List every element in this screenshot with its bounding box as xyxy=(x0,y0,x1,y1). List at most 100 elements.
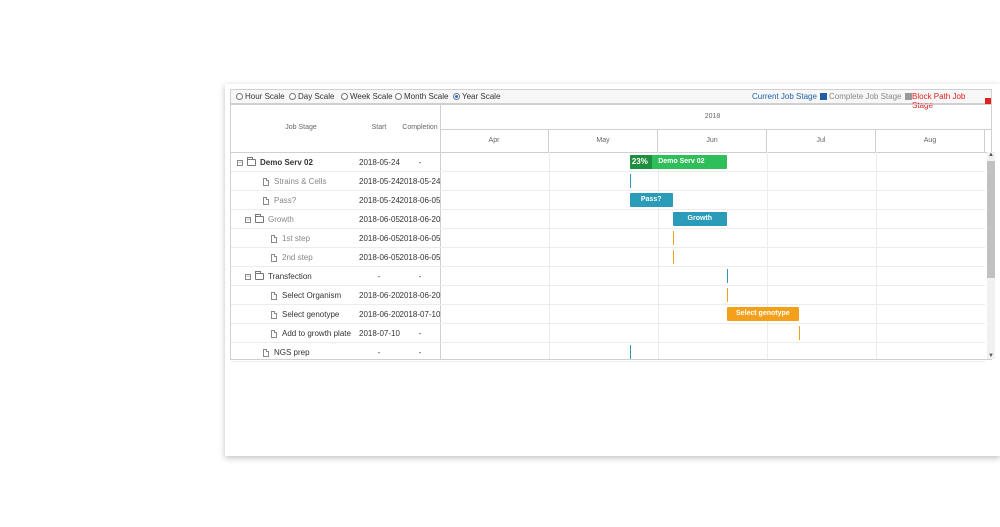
task-name: 1st step xyxy=(282,234,311,243)
table-row[interactable]: Select Organism 2018-06-20 2018-06-20 xyxy=(231,286,440,305)
file-icon xyxy=(271,329,277,338)
task-name: Select genotype xyxy=(282,310,340,319)
column-header-start[interactable]: Start xyxy=(359,124,399,131)
scale-option-label: Week Scale xyxy=(350,92,393,101)
task-name: Select Organism xyxy=(282,291,342,300)
file-icon xyxy=(271,291,277,300)
scroll-up-arrow-icon[interactable]: ▲ xyxy=(988,152,994,158)
timeline-month-header: Apr May Jun Jul Aug xyxy=(440,129,991,153)
radio-icon[interactable] xyxy=(289,93,296,100)
table-row[interactable]: 2nd step 2018-06-05 2018-06-05 xyxy=(231,248,440,267)
gantt-bar-label: Growth xyxy=(687,215,713,222)
timeline-year-header: 2018 xyxy=(440,105,991,130)
table-row[interactable]: − Growth 2018-06-05 2018-06-20 xyxy=(231,210,440,229)
task-name: Transfection xyxy=(268,272,312,281)
gantt-milestone-marker[interactable] xyxy=(798,326,800,340)
timeline-gridline xyxy=(876,152,877,359)
gantt-bar-growth[interactable]: Growth xyxy=(672,212,728,226)
scale-option-month-scale[interactable]: Month Scale xyxy=(395,92,448,101)
collapse-toggle-icon[interactable]: − xyxy=(245,273,251,280)
task-completion: - xyxy=(418,329,422,338)
task-name-cell[interactable]: − Growth xyxy=(245,214,294,224)
task-name: Pass? xyxy=(274,196,297,205)
task-start: 2018-06-05 xyxy=(359,234,400,243)
scale-option-hour-scale[interactable]: Hour Scale xyxy=(236,92,285,101)
table-row[interactable]: − Transfection - - xyxy=(231,267,440,286)
task-start: 2018-06-05 xyxy=(359,253,400,262)
table-row[interactable]: 1st step 2018-06-05 2018-06-05 xyxy=(231,229,440,248)
table-row[interactable]: Add to growth plate 2018-07-10 - xyxy=(231,324,440,343)
year-label: 2018 xyxy=(704,113,721,120)
task-name-cell[interactable]: Strains & Cells xyxy=(263,177,326,186)
scrollbar-thumb[interactable] xyxy=(987,161,995,278)
timeline-row-line xyxy=(440,266,985,267)
radio-icon[interactable] xyxy=(341,93,348,100)
gantt-bar-pass[interactable]: Pass? xyxy=(629,193,673,207)
timeline-row-line xyxy=(440,171,985,172)
legend-swatch xyxy=(904,93,912,100)
task-start: 2018-05-24 xyxy=(359,177,400,186)
timeline-gridline xyxy=(549,152,550,359)
gantt-bar-select-genotype[interactable]: Select genotype xyxy=(727,307,799,321)
task-name-cell[interactable]: Pass? xyxy=(263,196,296,205)
scale-option-day-scale[interactable]: Day Scale xyxy=(289,92,334,101)
task-start: - xyxy=(377,348,381,357)
task-name-cell[interactable]: − Demo Serv 02 xyxy=(237,157,313,167)
file-icon xyxy=(263,196,269,205)
radio-icon[interactable] xyxy=(395,93,402,100)
scroll-down-arrow-icon[interactable]: ▼ xyxy=(988,353,994,359)
scale-option-week-scale[interactable]: Week Scale xyxy=(341,92,393,101)
timeline-row-line xyxy=(440,247,985,248)
file-icon xyxy=(271,310,277,319)
task-name-cell[interactable]: − Transfection xyxy=(245,271,312,281)
collapse-toggle-icon[interactable]: − xyxy=(245,216,251,223)
vertical-scrollbar[interactable]: ▲ ▼ xyxy=(987,152,995,359)
task-name: 2nd step xyxy=(282,253,313,262)
timeline-row-line xyxy=(440,209,985,210)
gantt-milestone-marker[interactable] xyxy=(672,231,674,245)
table-row[interactable]: Select genotype 2018-06-20 2018-07-10 xyxy=(231,305,440,324)
task-completion: - xyxy=(418,272,422,281)
table-row[interactable]: NGS prep - - xyxy=(231,343,440,362)
task-completion: 2018-06-20 xyxy=(399,215,441,224)
scale-toolbar: Hour Scale Day Scale Week Scale Month Scale… xyxy=(230,89,992,110)
task-name-cell[interactable]: 2nd step xyxy=(271,253,313,262)
gantt-bar-demo-serv-02[interactable]: 23% Demo Serv 02 xyxy=(629,155,728,169)
task-grid: Job Stage Start Completion − Demo Serv 02… xyxy=(231,105,441,362)
column-header-completion[interactable]: Completion xyxy=(399,124,441,131)
gantt-milestone-marker[interactable] xyxy=(672,250,674,264)
task-name-cell[interactable]: NGS prep xyxy=(263,348,310,357)
task-name-cell[interactable]: Select genotype xyxy=(271,310,339,319)
timeline-area: 2018 Apr May Jun Jul Aug 23% Demo Serv 02 Pass… xyxy=(440,105,991,362)
task-name-cell[interactable]: 1st step xyxy=(271,234,310,243)
legend-label: Complete Job Stage xyxy=(829,92,902,101)
gantt-milestone-marker[interactable] xyxy=(727,269,729,283)
table-row[interactable]: − Demo Serv 02 2018-05-24 - xyxy=(231,153,440,172)
task-name-cell[interactable]: Add to growth plate xyxy=(271,329,351,338)
gantt-milestone-marker[interactable] xyxy=(629,345,631,359)
timeline-row-line xyxy=(440,323,985,324)
timeline-row-line xyxy=(440,342,985,343)
gantt-milestone-marker[interactable] xyxy=(629,174,631,188)
collapse-toggle-icon[interactable]: − xyxy=(237,159,243,166)
task-completion: - xyxy=(418,348,422,357)
gantt-bar-label: Pass? xyxy=(640,196,662,203)
column-header-job-stage[interactable]: Job Stage xyxy=(261,124,341,131)
legend-item-complete-job-stage: Complete Job Stage xyxy=(829,92,912,101)
legend-item-current-job-stage: Current Job Stage xyxy=(752,92,827,101)
task-completion: 2018-06-05 xyxy=(399,253,441,262)
task-grid-header: Job Stage Start Completion xyxy=(231,105,440,153)
radio-icon[interactable] xyxy=(236,93,243,100)
file-icon xyxy=(263,177,269,186)
scale-option-year-scale[interactable]: Year Scale xyxy=(453,92,500,101)
file-icon xyxy=(271,234,277,243)
task-completion: - xyxy=(418,158,422,167)
gantt-grid: Job Stage Start Completion − Demo Serv 02… xyxy=(230,104,995,362)
table-row[interactable]: Pass? 2018-05-24 2018-06-05 xyxy=(231,191,440,210)
table-row[interactable]: Strains & Cells 2018-05-24 2018-05-24 xyxy=(231,172,440,191)
gantt-milestone-marker[interactable] xyxy=(727,288,729,302)
scale-option-label: Day Scale xyxy=(298,92,335,101)
task-name-cell[interactable]: Select Organism xyxy=(271,291,341,300)
gantt-bar-progress-label: 23% xyxy=(631,157,648,166)
radio-icon[interactable] xyxy=(453,93,460,100)
